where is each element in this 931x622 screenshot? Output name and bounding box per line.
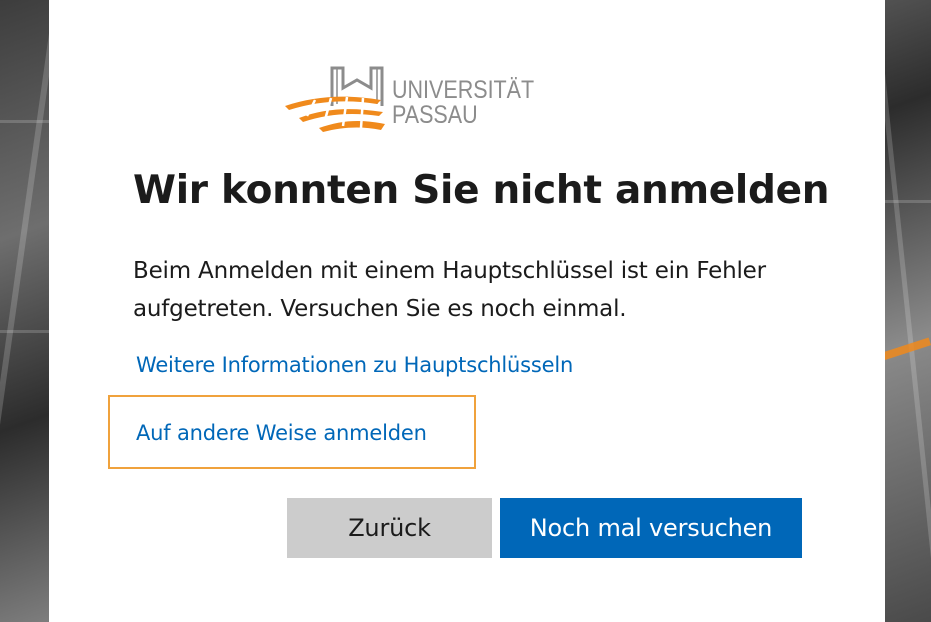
other-sign-in-link[interactable]: Auf andere Weise anmelden: [136, 421, 427, 445]
background-orange-streak: [880, 337, 931, 361]
logo-mark-icon: [285, 66, 385, 132]
background-stripe: [0, 330, 49, 333]
university-logo: UNIVERSITÄT PASSAU: [285, 64, 545, 134]
background-stripe: [0, 120, 49, 123]
back-button[interactable]: Zurück: [287, 498, 492, 558]
logo-wordmark: UNIVERSITÄT PASSAU: [392, 78, 534, 128]
logo-line-2: PASSAU: [392, 101, 478, 129]
page-title: Wir konnten Sie nicht anmelden: [133, 168, 830, 213]
error-description: Beim Anmelden mit einem Hauptschlüssel i…: [133, 258, 766, 322]
passkey-info-link[interactable]: Weitere Informationen zu Hauptschlüsseln: [136, 353, 573, 377]
logo-line-1: UNIVERSITÄT: [392, 76, 535, 104]
retry-button[interactable]: Noch mal versuchen: [500, 498, 802, 558]
background-stripe: [885, 200, 931, 203]
